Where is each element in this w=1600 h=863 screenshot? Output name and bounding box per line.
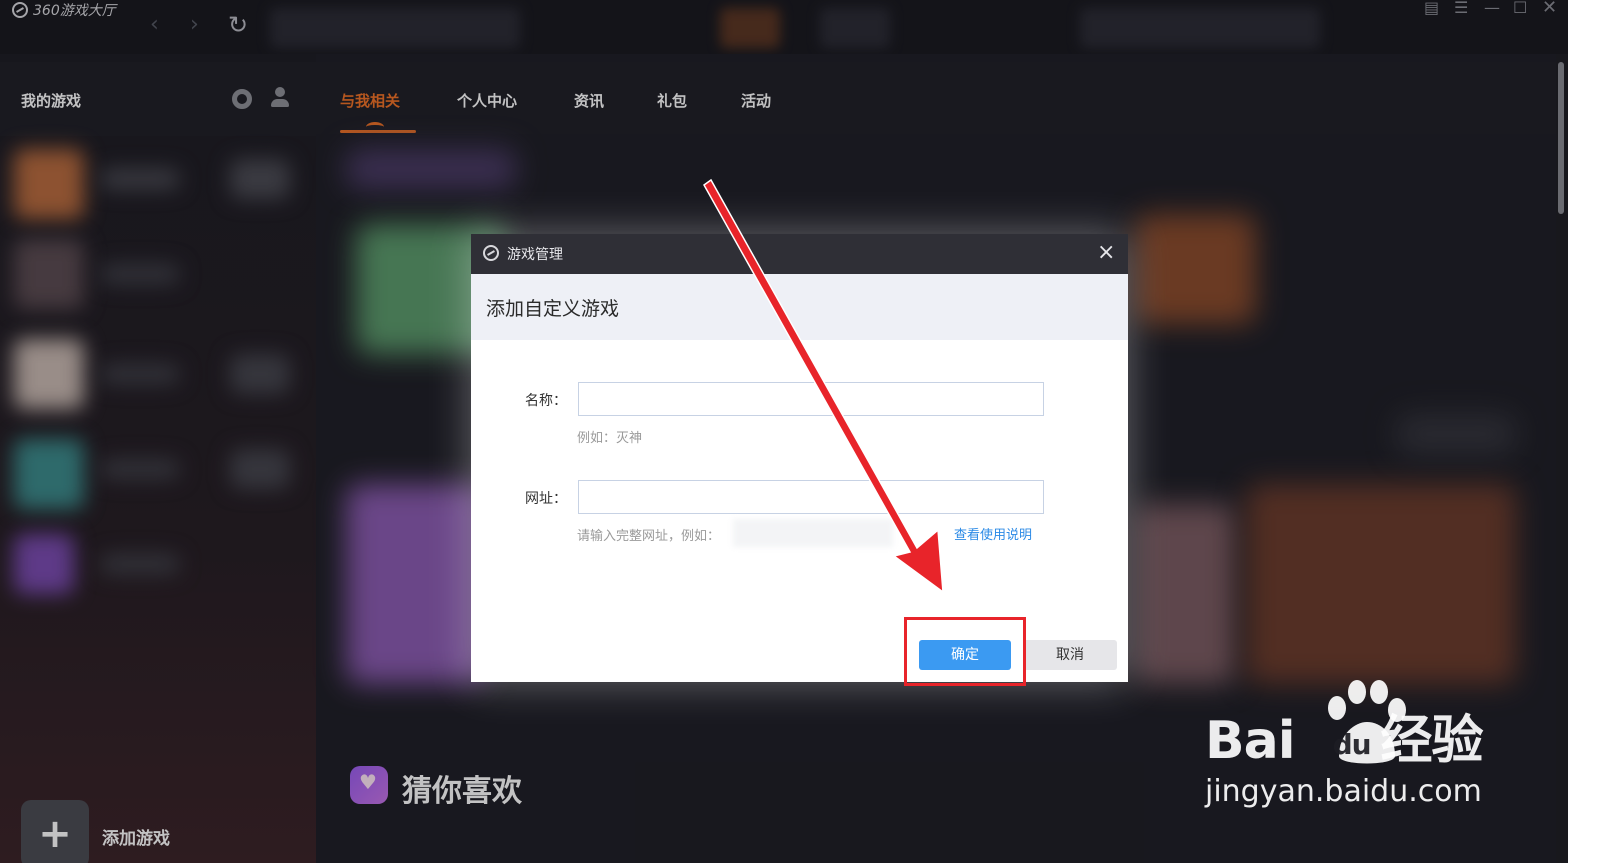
watermark-brand: Bai du 经验 [1205, 711, 1484, 771]
app-window: 360游戏大厅 ‹ › ↻ ▤ ☰ — ☐ ✕ 我的游戏 + 添加游戏 与我相关… [0, 0, 1600, 863]
baidu-jingyan-watermark: Bai du 经验 jingyan.baidu.com [1205, 676, 1495, 816]
watermark-url: jingyan.baidu.com [1205, 774, 1482, 809]
